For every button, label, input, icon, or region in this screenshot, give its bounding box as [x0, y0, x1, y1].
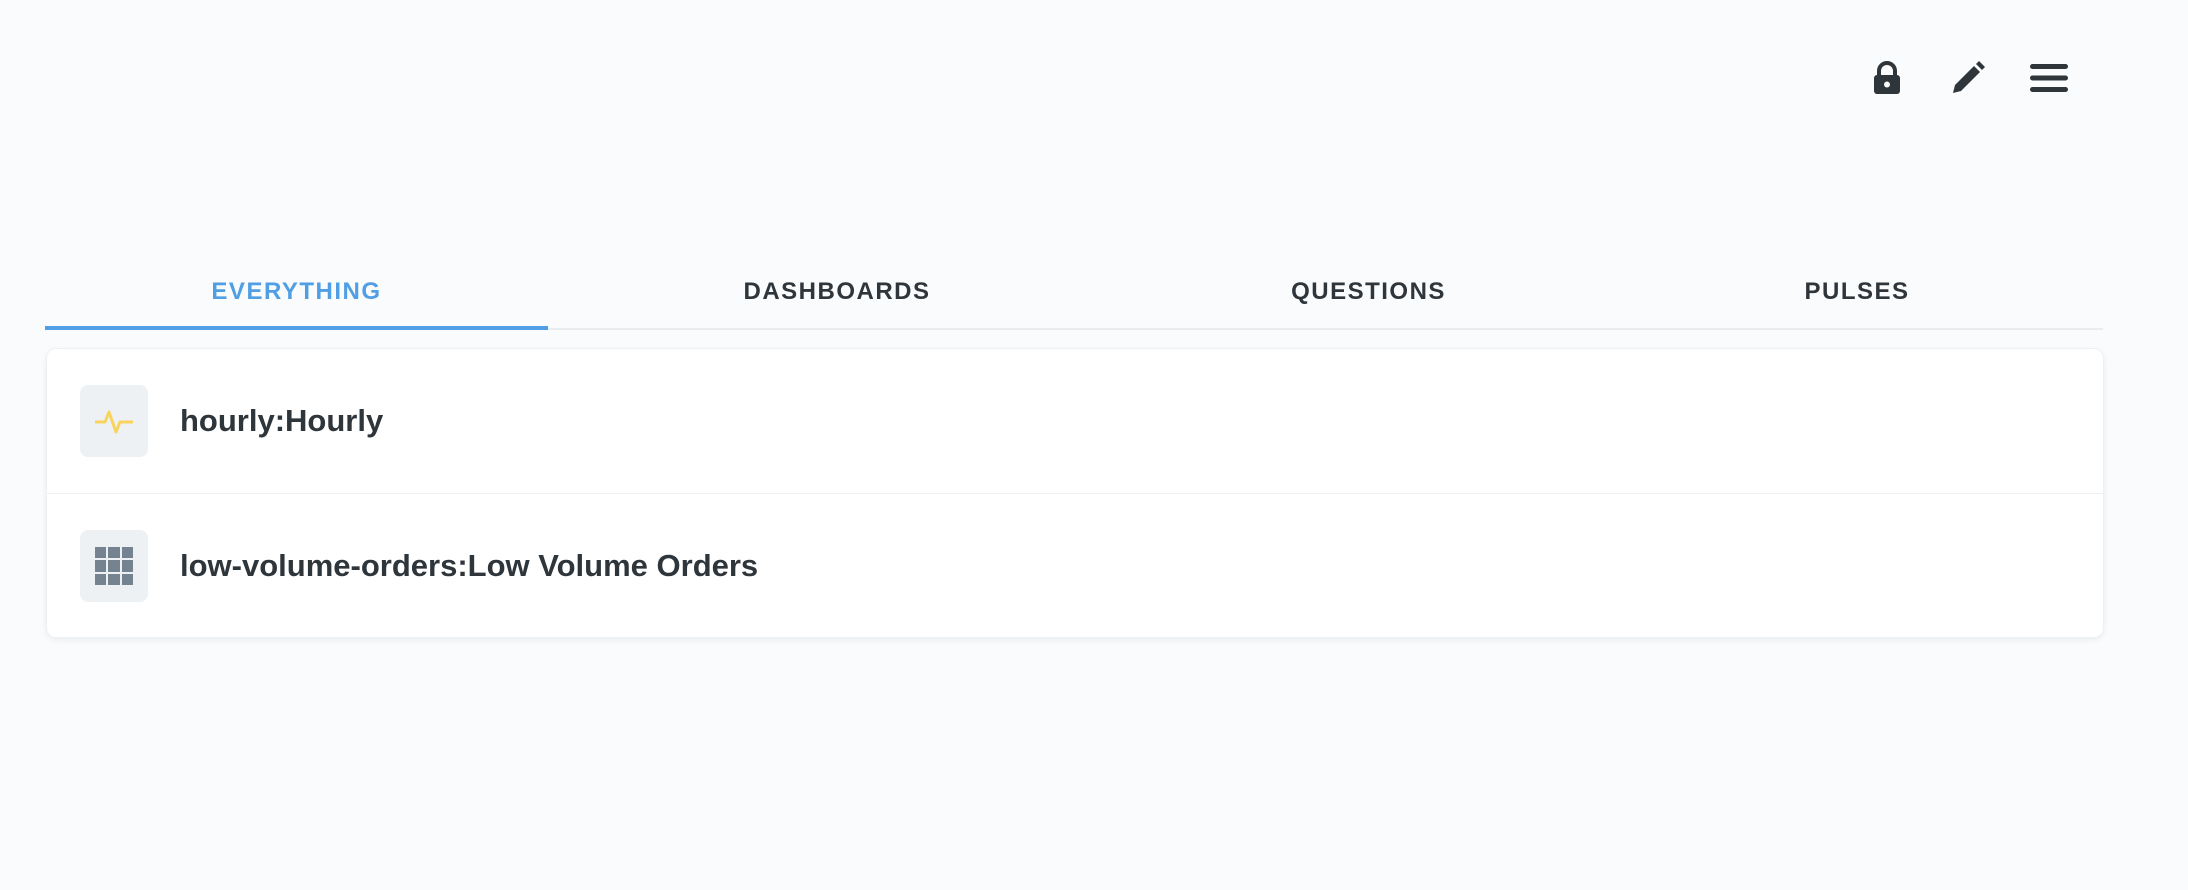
collection-tabs: EVERYTHING DASHBOARDS QUESTIONS PULSES — [45, 256, 2103, 330]
table-grid-icon — [95, 546, 133, 585]
pulse-icon — [95, 410, 133, 434]
permissions-button[interactable] — [1855, 50, 1919, 106]
list-item[interactable]: hourly:Hourly — [47, 349, 2103, 493]
tab-dashboards[interactable]: DASHBOARDS — [548, 256, 1126, 328]
item-icon-container — [80, 385, 148, 457]
collection-items-list: hourly:Hourly low-volume-orders:Low Volu… — [46, 348, 2104, 638]
tab-questions[interactable]: QUESTIONS — [1126, 256, 1611, 328]
item-title[interactable]: hourly:Hourly — [180, 403, 383, 439]
menu-button[interactable] — [2017, 50, 2081, 106]
lock-icon — [1874, 61, 1900, 94]
tab-everything[interactable]: EVERYTHING — [45, 256, 548, 330]
edit-button[interactable] — [1936, 50, 2000, 106]
list-item[interactable]: low-volume-orders:Low Volume Orders — [47, 493, 2103, 637]
item-icon-container — [80, 529, 148, 602]
item-title[interactable]: low-volume-orders:Low Volume Orders — [180, 548, 758, 584]
collection-actions — [1855, 50, 2081, 106]
pencil-icon — [1953, 61, 1985, 93]
tab-pulses[interactable]: PULSES — [1611, 256, 2103, 328]
hamburger-menu-icon — [2030, 64, 2068, 92]
collection-page: EVERYTHING DASHBOARDS QUESTIONS PULSES h… — [0, 0, 2188, 890]
